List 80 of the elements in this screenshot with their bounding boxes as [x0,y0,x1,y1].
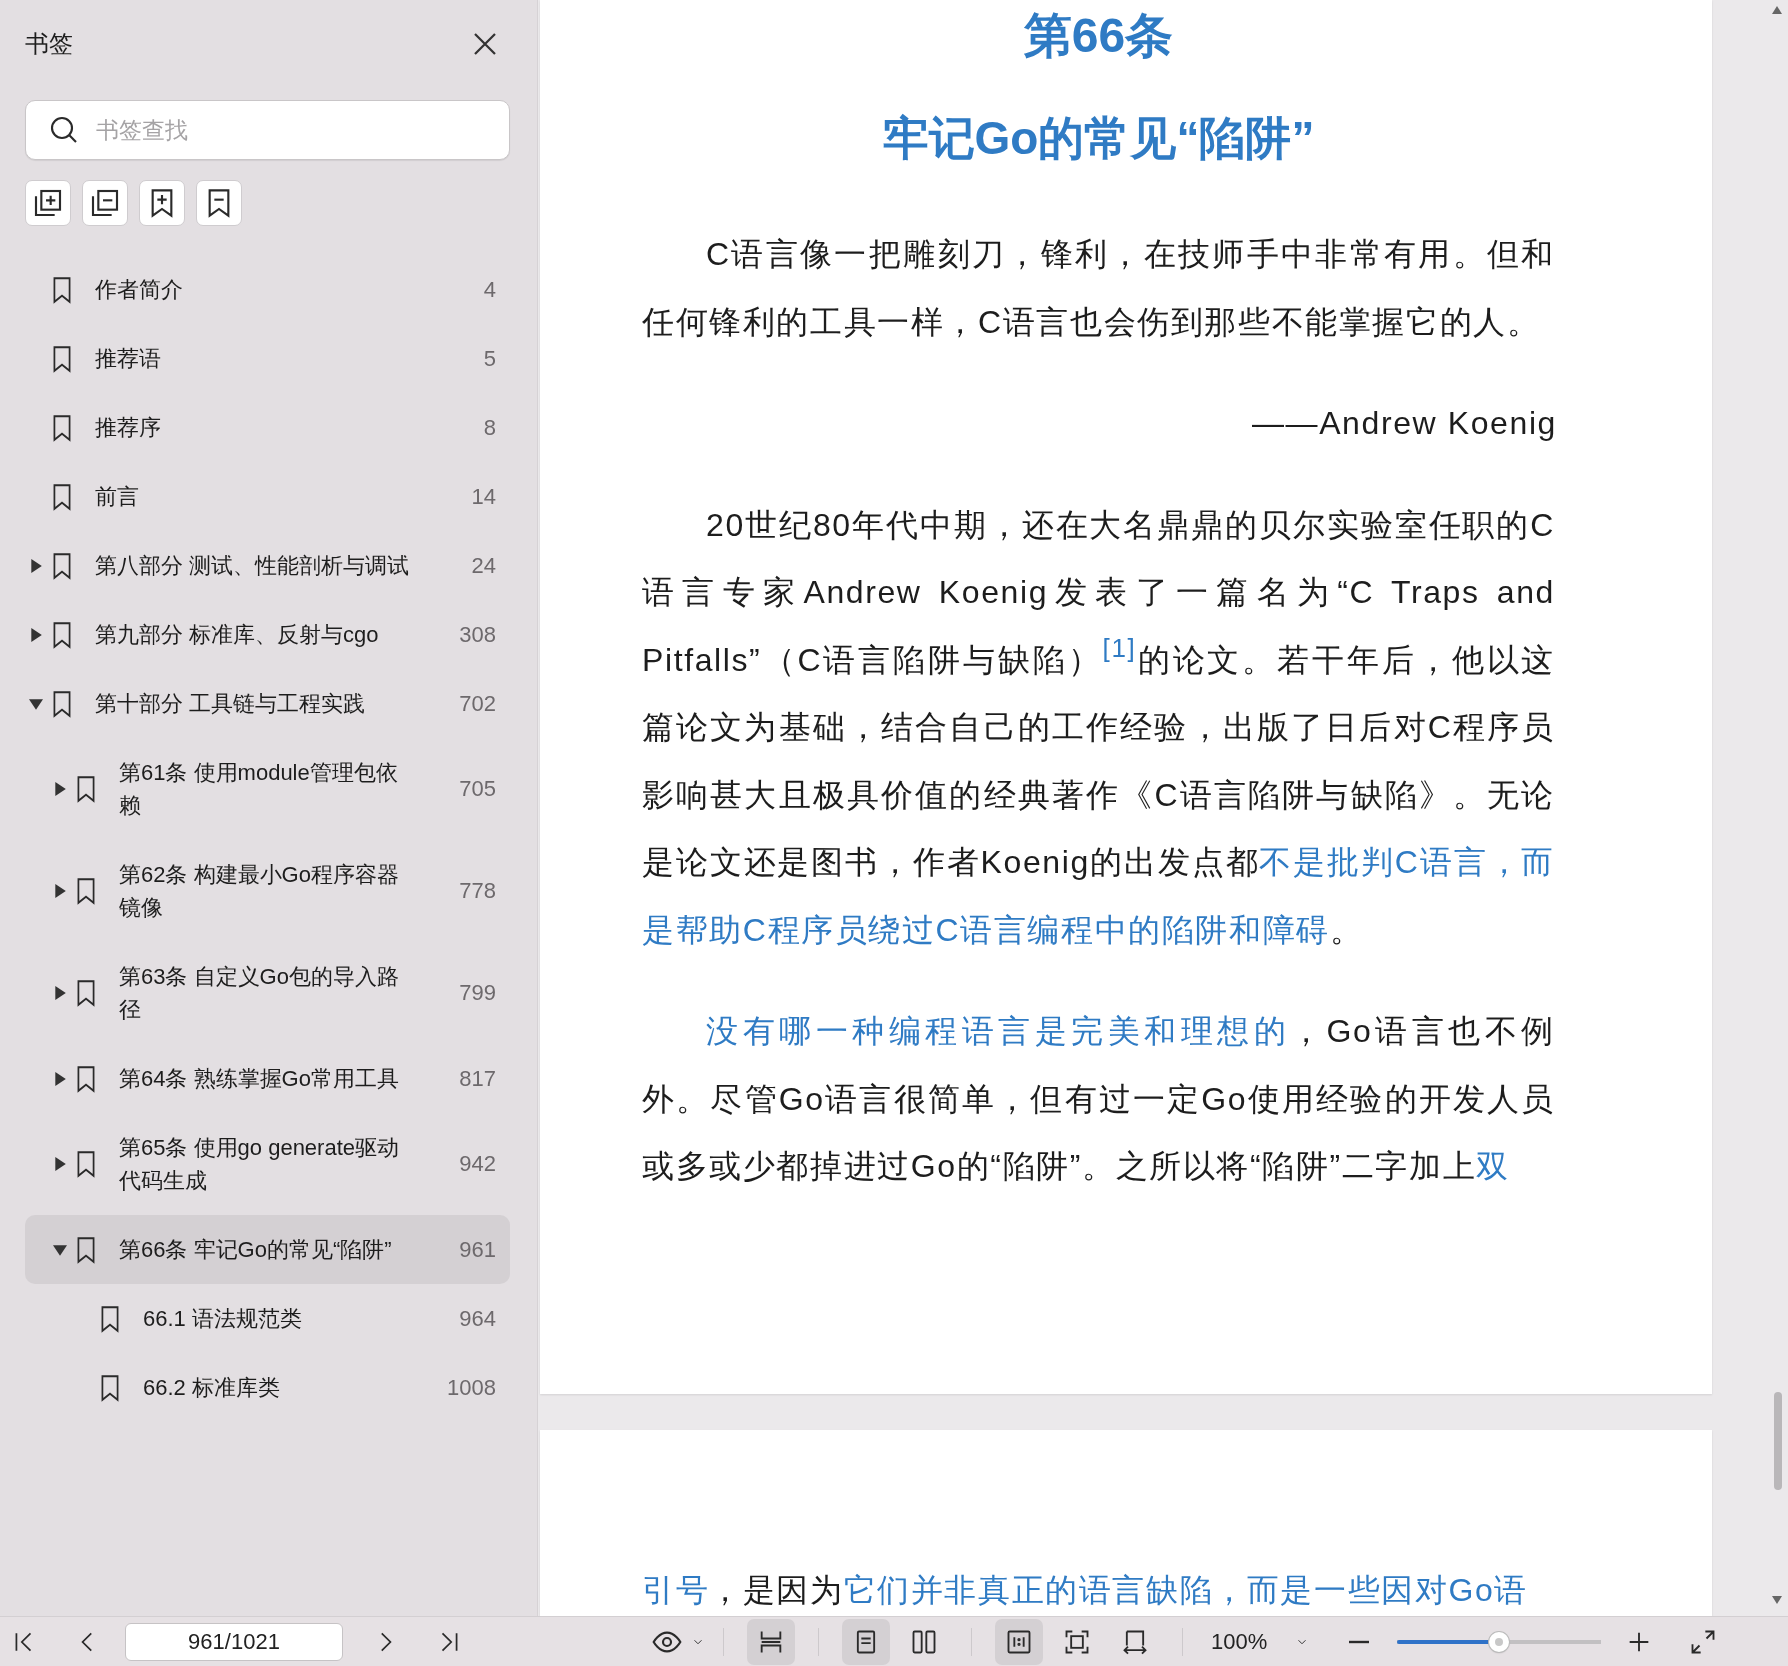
bookmark-item[interactable]: 66.1 语法规范类 964 [25,1284,510,1353]
scroll-up-icon[interactable] [1772,6,1782,14]
bookmark-title: 第61条 使用module管理包依赖 [119,759,399,820]
page-number: 5 [483,345,496,372]
scroll-down-icon[interactable] [1772,1596,1782,1604]
collapsed-triangle-icon[interactable] [29,627,43,642]
remove-bookmark-button[interactable] [196,180,242,226]
bookmark-title: 66.1 语法规范类 [143,1305,303,1333]
bookmark-title: 前言 [95,483,140,511]
collapsed-triangle-icon[interactable] [53,986,67,1000]
quote-attribution: ——Andrew Koenig [1250,404,1557,443]
page-number-field[interactable]: 961/1021 [125,1622,343,1661]
stacked-plus-icon [32,187,64,219]
page-number: 799 [459,980,496,1006]
paragraph: 引号，是因为它们并非真正的语言缺陷，而是一些因对Go语 [642,1571,1529,1610]
page-number: 1008 [447,1374,496,1401]
add-bookmark-button[interactable] [139,180,185,226]
bookmark-item[interactable]: 第十部分 工具链与工程实践 702 [25,669,510,738]
bookmark-title: 推荐序 [95,414,162,442]
bookmark-title: 第66条 牢记Go的常见“陷阱” [119,1236,393,1264]
bookmark-title: 第62条 构建最小Go程序容器镜像 [119,861,400,922]
page-number: 24 [471,552,496,579]
zoom-dropdown[interactable]: 100% [1211,1628,1310,1655]
slider-thumb[interactable] [1489,1631,1510,1652]
bookmark-item[interactable]: 第63条 自定义Go包的导入路径 799 [25,942,510,1044]
single-page-button[interactable] [842,1618,890,1665]
expand-all-button[interactable] [25,180,71,226]
collapsed-triangle-icon[interactable] [53,884,67,898]
sidebar-title: 书签 [25,29,73,59]
bookmark-item[interactable]: 前言 14 [25,462,510,531]
bookmark-title: 第65条 使用go generate驱动代码生成 [119,1134,401,1195]
page-number: 705 [459,776,496,802]
page-number: 702 [459,690,496,717]
expanded-triangle-icon[interactable] [53,1242,67,1257]
bookmark-item[interactable]: 第65条 使用go generate驱动代码生成 942 [25,1113,510,1215]
paragraph: C语言像一把雕刻刀，锋利，在技师手中非常有用。但和任何锋利的工具一样，C语言也会伤到那些不能掌握它的人。 [642,235,1555,342]
page-number: 961 [459,1236,496,1263]
page-number: 308 [459,621,496,648]
bookmark-title: 66.2 标准库类 [143,1374,281,1402]
paragraph: 20世纪80年代中期，还在大名鼎鼎的贝尔实验室任职的C语言专家Andrew Koenig发表了一篇名为“C Traps and Pitfalls”（C语言陷阱与缺陷）$^{[1]}$的论文。若干年后，他以这篇论文为基础，结合自己的工作经验，出版了日后对C程序员影响甚大且极具价值的经典著作《C语言陷阱与缺陷》。无论是论文还是图书，作者Koenig的出发点都不是批判C语言，而是帮助C程序员绕过C语言编程中的陷阱和障碍。 [642,505,1555,950]
collapsed-triangle-icon[interactable] [53,782,67,796]
page-number: 817 [459,1065,496,1092]
collapse-all-button[interactable] [82,180,128,226]
bookmark-item[interactable]: 第九部分 标准库、反射与cgo 308 [25,600,510,669]
bookmark-title: 作者简介 [95,276,184,304]
bookmark-item[interactable]: 第61条 使用module管理包依赖 705 [25,738,510,840]
page-number: 4 [483,276,496,303]
minus-icon [1347,1639,1372,1644]
bookmark-item[interactable]: 66.2 标准库类 1008 [25,1353,510,1422]
page-number: 778 [459,878,496,904]
page-number: 8 [483,414,496,441]
search-input[interactable]: 书签查找 [94,115,509,145]
page-number: 14 [471,483,496,510]
bookmark-item[interactable]: 作者简介 4 [25,255,510,324]
collapsed-triangle-icon[interactable] [29,558,43,573]
stacked-minus-icon [89,187,121,219]
search-box[interactable]: 书签查找 [25,100,510,160]
collapsed-triangle-icon[interactable] [53,1157,67,1171]
bookmark-item[interactable]: 推荐序 8 [25,393,510,462]
bookmark-title: 第64条 熟练掌握Go常用工具 [119,1065,400,1093]
bookmark-item[interactable]: 第八部分 测试、性能剖析与调试 24 [25,531,510,600]
scrollbar-thumb[interactable] [1774,1392,1782,1490]
bookmark-item[interactable]: 第66条 牢记Go的常见“陷阱” 961 [25,1215,510,1284]
bookmark-title: 推荐语 [95,345,162,373]
bookmark-item[interactable]: 推荐语 5 [25,324,510,393]
expanded-triangle-icon[interactable] [29,696,43,711]
chapter-title: 牢记Go的常见“陷阱” [881,111,1316,166]
bookmark-title: 第八部分 测试、性能剖析与调试 [95,552,411,580]
chapter-number: 第66条 [1022,8,1175,64]
page-number: 964 [459,1305,496,1332]
bookmark-title: 第九部分 标准库、反射与cgo [95,621,380,649]
bookmark-item[interactable]: 第62条 构建最小Go程序容器镜像 778 [25,840,510,942]
bookmark-title: 第63条 自定义Go包的导入路径 [119,963,400,1024]
page-number: 942 [459,1151,496,1177]
collapsed-triangle-icon[interactable] [53,1071,67,1086]
actual-size-button[interactable] [995,1618,1043,1665]
continuous-scroll-button[interactable] [747,1618,795,1665]
paragraph: 没有哪一种编程语言是完美和理想的，Go语言也不例外。尽管Go语言很简单，但有过一定Go使用经验的开发人员或多或少都掉进过Go的“陷阱”。之所以将“陷阱”二字加上双 [642,1012,1555,1186]
bookmark-title: 第十部分 工具链与工程实践 [95,690,367,718]
bookmark-item[interactable]: 第64条 熟练掌握Go常用工具 817 [25,1044,510,1113]
